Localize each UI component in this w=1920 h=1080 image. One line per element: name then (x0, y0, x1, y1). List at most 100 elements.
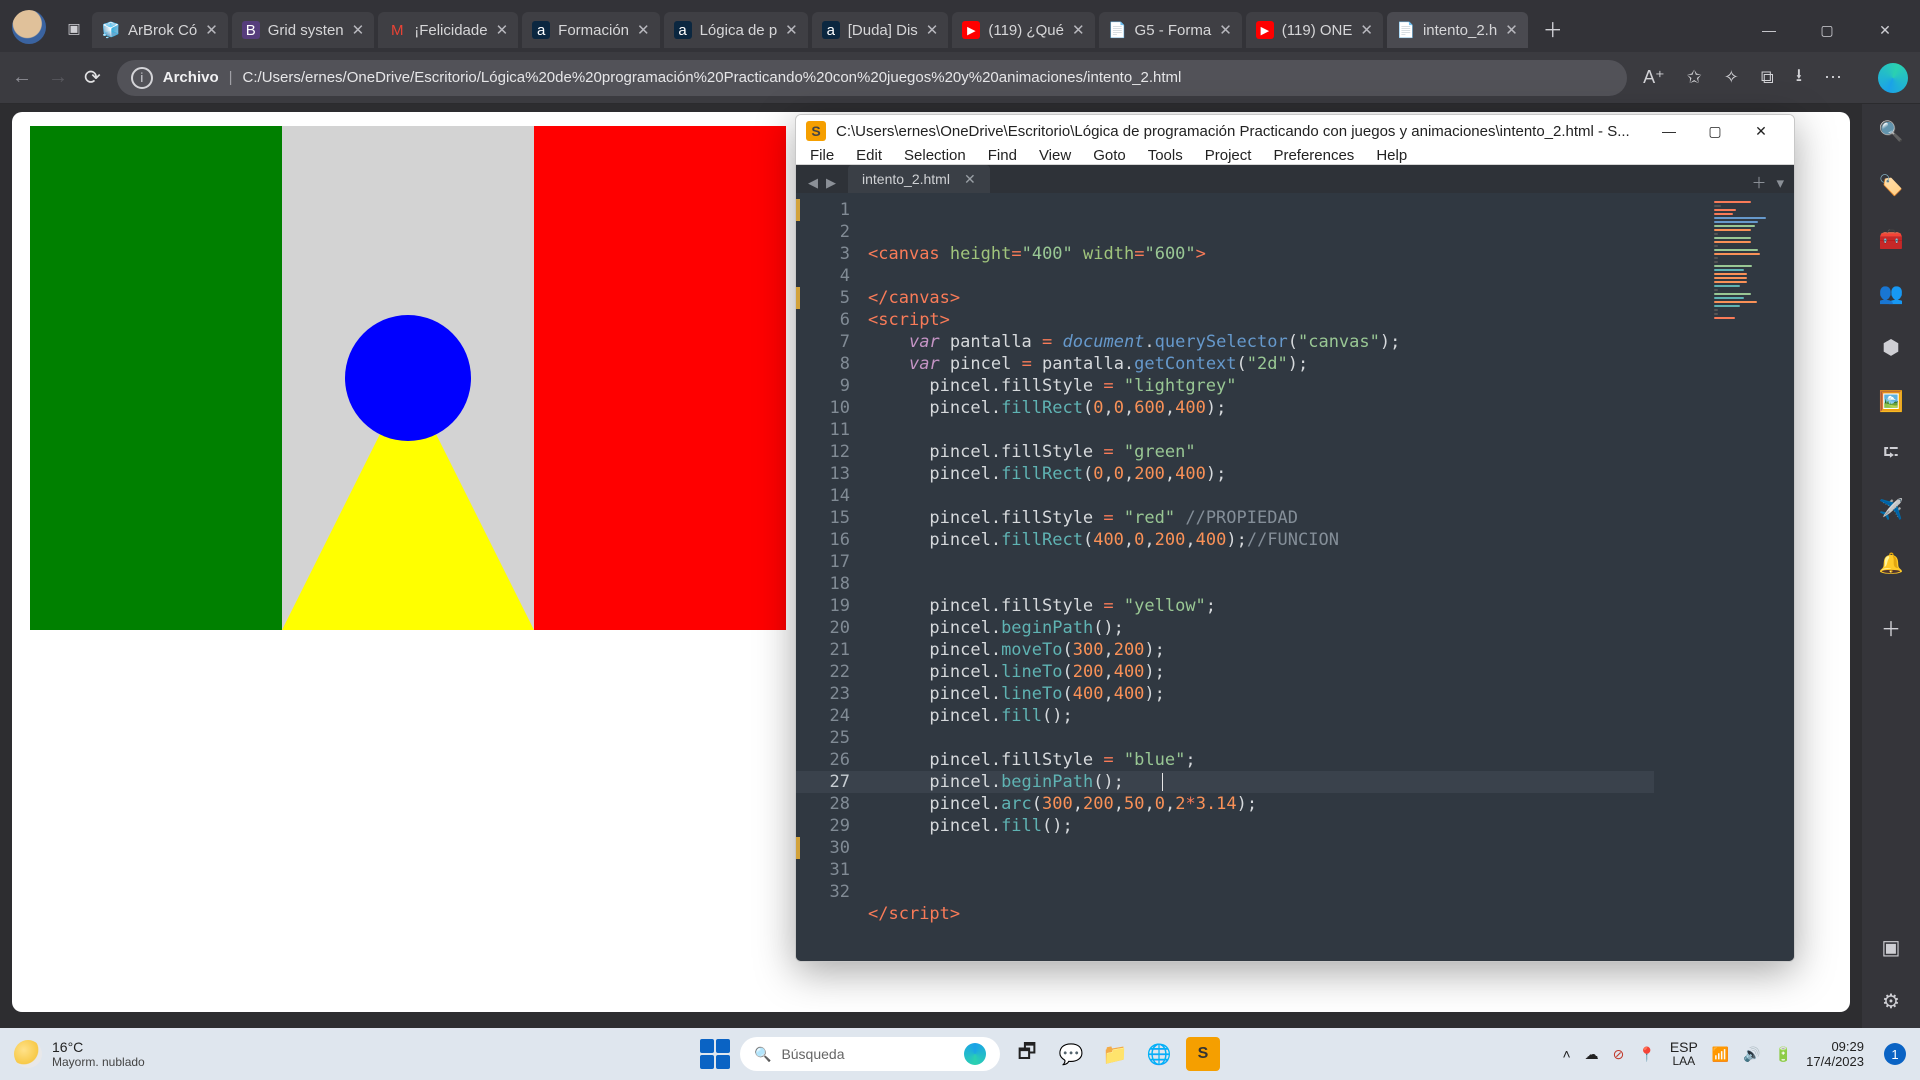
images-icon[interactable]: 🖼️ (1878, 388, 1904, 414)
sublime-titlebar[interactable]: S C:\Users\ernes\OneDrive\Escritorio\Lóg… (796, 115, 1794, 147)
notification-badge[interactable]: 1 (1884, 1043, 1906, 1065)
security-icon[interactable]: ⊘ (1613, 1046, 1625, 1063)
search-icon[interactable]: 🔍 (1878, 118, 1904, 144)
bing-icon[interactable] (1878, 63, 1908, 93)
alerts-icon[interactable]: 🔔 (1878, 550, 1904, 576)
send-icon[interactable]: ✈️ (1878, 496, 1904, 522)
lang-top[interactable]: ESP (1670, 1040, 1698, 1054)
lang-bot[interactable]: LAA (1672, 1054, 1695, 1068)
tab-menu-icon[interactable]: ▾ (1776, 174, 1784, 192)
close-button[interactable]: ✕ (1738, 115, 1784, 147)
close-icon[interactable]: ✕ (352, 21, 365, 39)
shopping-icon[interactable]: 🏷️ (1878, 172, 1904, 198)
games-icon[interactable]: ⬢ (1878, 334, 1904, 360)
read-aloud-icon[interactable]: A⁺ (1643, 67, 1665, 88)
close-button[interactable]: ✕ (1856, 10, 1914, 50)
close-icon[interactable]: ✕ (1360, 21, 1373, 39)
close-icon[interactable]: ✕ (785, 21, 798, 39)
taskview-icon[interactable]: 🗗 (1010, 1037, 1044, 1071)
minimize-button[interactable]: ― (1740, 10, 1798, 50)
location-icon[interactable]: 📍 (1638, 1046, 1655, 1063)
battery-icon[interactable]: 🔋 (1775, 1046, 1792, 1063)
menu-edit[interactable]: Edit (856, 147, 882, 164)
taskbar: 16°C Mayorm. nublado 🔍 Búsqueda 🗗 💬 📁 🌐 … (0, 1028, 1920, 1080)
tab-youtube-2[interactable]: ▶ (119) ONE ✕ (1246, 12, 1383, 48)
tab-intento2[interactable]: 📄 intento_2.h ✕ (1387, 12, 1528, 48)
menu-tools[interactable]: Tools (1148, 147, 1183, 164)
explorer-icon[interactable]: 📁 (1098, 1037, 1132, 1071)
onedrive-icon[interactable]: ☁ (1585, 1046, 1599, 1063)
add-icon[interactable]: ＋ (1878, 614, 1904, 640)
tab-youtube-1[interactable]: ▶ (119) ¿Qué ✕ (952, 12, 1094, 48)
close-icon[interactable]: ✕ (926, 21, 939, 39)
menu-file[interactable]: File (810, 147, 834, 164)
editor-code[interactable]: <canvas height="400" width="600"> </canv… (862, 193, 1714, 962)
taskbar-search[interactable]: 🔍 Búsqueda (740, 1037, 1000, 1071)
clock[interactable]: 09:29 17/4/2023 (1806, 1039, 1864, 1069)
menu-view[interactable]: View (1039, 147, 1071, 164)
maximize-button[interactable]: ▢ (1692, 115, 1738, 147)
maximize-button[interactable]: ▢ (1798, 10, 1856, 50)
tab-bootstrap[interactable]: B Grid systen ✕ (232, 12, 374, 48)
tab-label: G5 - Forma (1135, 22, 1212, 39)
sublime-taskbar-icon[interactable]: S (1186, 1037, 1220, 1071)
close-icon[interactable]: ✕ (1505, 21, 1518, 39)
tab-alura-duda[interactable]: a [Duda] Dis ✕ (812, 12, 949, 48)
tab-add-icon[interactable]: ＋ (1751, 172, 1766, 193)
tab-alura-formacion[interactable]: a Formación ✕ (522, 12, 659, 48)
panel-icon[interactable]: ▣ (1878, 934, 1904, 960)
menu-find[interactable]: Find (988, 147, 1017, 164)
menu-preferences[interactable]: Preferences (1273, 147, 1354, 164)
close-icon[interactable]: ✕ (496, 21, 509, 39)
tab-gmail[interactable]: M ¡Felicidade ✕ (378, 12, 518, 48)
site-info-icon[interactable]: i (131, 67, 153, 89)
close-icon[interactable]: ✕ (1219, 21, 1232, 39)
sublime-editor[interactable]: 1234567891011121314151617181920212223242… (796, 193, 1794, 962)
minimize-button[interactable]: ― (1646, 115, 1692, 147)
refresh-button[interactable]: ⟳ (84, 65, 101, 90)
drop-icon[interactable]: ⮓ (1878, 442, 1904, 468)
tab-next-icon[interactable]: ▶ (822, 173, 840, 193)
favorites-bar-icon[interactable]: ✧ (1724, 67, 1739, 88)
menu-project[interactable]: Project (1205, 147, 1252, 164)
menu-help[interactable]: Help (1376, 147, 1407, 164)
wifi-icon[interactable]: 📶 (1712, 1046, 1729, 1063)
sublime-icon: S (806, 121, 826, 141)
chat-icon[interactable]: 💬 (1054, 1037, 1088, 1071)
favicon-icon: B (242, 21, 260, 39)
back-button[interactable]: ← (12, 66, 32, 89)
tab-label: intento_2.h (1423, 22, 1497, 39)
favorite-icon[interactable]: ✩ (1687, 67, 1702, 88)
close-icon[interactable]: ✕ (637, 21, 650, 39)
tab-label: ArBrok Có (128, 22, 197, 39)
volume-icon[interactable]: 🔊 (1743, 1046, 1760, 1063)
close-icon[interactable]: ✕ (964, 171, 976, 188)
tab-arbrok[interactable]: 🧊 ArBrok Có ✕ (92, 12, 228, 48)
profile-avatar[interactable] (12, 10, 46, 44)
collections-icon[interactable]: ⧉ (1761, 67, 1774, 88)
close-icon[interactable]: ✕ (205, 21, 218, 39)
weather-widget[interactable]: 16°C Mayorm. nublado (14, 1039, 145, 1069)
newtab-button[interactable]: ＋ (1538, 13, 1568, 43)
editor-minimap[interactable] (1714, 193, 1794, 962)
favicon-icon: a (532, 21, 550, 39)
tab-label: Formación (558, 22, 629, 39)
workspaces-icon[interactable]: ▣ (58, 12, 90, 44)
menu-selection[interactable]: Selection (904, 147, 966, 164)
sublime-filetab[interactable]: intento_2.html ✕ (848, 165, 990, 193)
settings-icon[interactable]: ⚙ (1878, 988, 1904, 1014)
start-button[interactable] (700, 1039, 730, 1069)
menu-goto[interactable]: Goto (1093, 147, 1126, 164)
people-icon[interactable]: 👥 (1878, 280, 1904, 306)
tab-prev-icon[interactable]: ◀ (804, 173, 822, 193)
tools-icon[interactable]: 🧰 (1878, 226, 1904, 252)
chevron-up-icon[interactable]: ˄ (1562, 1046, 1570, 1062)
tab-alura-logica[interactable]: a Lógica de p ✕ (664, 12, 808, 48)
tab-g5[interactable]: 📄 G5 - Forma ✕ (1099, 12, 1242, 48)
close-icon[interactable]: ✕ (1072, 21, 1085, 39)
browser-toolbar: ← → ⟳ i Archivo | C:/Users/ernes/OneDriv… (0, 52, 1920, 104)
edge-icon[interactable]: 🌐 (1142, 1037, 1176, 1071)
downloads-icon[interactable]: ⭳ (1796, 63, 1802, 93)
address-bar[interactable]: i Archivo | C:/Users/ernes/OneDrive/Escr… (117, 60, 1627, 96)
more-icon[interactable]: ⋯ (1824, 67, 1842, 88)
